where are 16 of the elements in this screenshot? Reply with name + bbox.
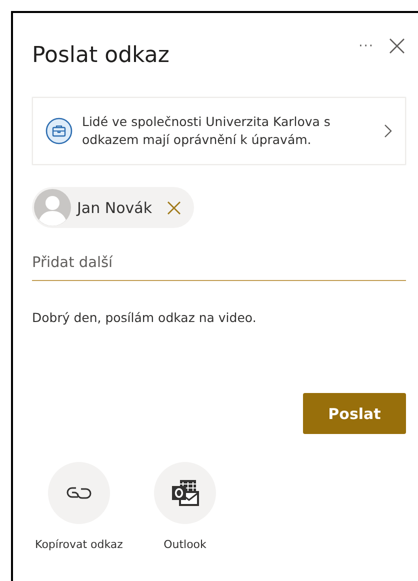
message-text[interactable]: Dobrý den, posílám odkaz na video.: [32, 310, 406, 325]
add-recipient-field[interactable]: Přidat další: [32, 246, 406, 281]
dialog-title: Poslat odkaz: [32, 43, 170, 68]
avatar-icon: [34, 189, 71, 226]
more-options-button[interactable]: ···: [358, 38, 374, 54]
mail-calendar-icon: [170, 478, 200, 508]
briefcase-icon: [45, 117, 73, 145]
close-icon[interactable]: [388, 37, 406, 55]
chevron-right-icon: [383, 123, 393, 139]
share-option[interactable]: Outlook: [138, 462, 232, 551]
send-button[interactable]: Poslat: [303, 393, 406, 434]
permission-card[interactable]: Lidé ve společnosti Univerzita Karlova s odkazem mají oprávnění k úpravám.: [32, 97, 406, 165]
permission-text: Lidé ve společnosti Univerzita Karlova s odkazem mají oprávnění k úpravám.: [82, 113, 332, 149]
remove-icon[interactable]: [166, 200, 182, 216]
recipient-chip[interactable]: Jan Novák: [32, 187, 194, 228]
share-option[interactable]: Kopírovat odkaz: [32, 462, 126, 551]
